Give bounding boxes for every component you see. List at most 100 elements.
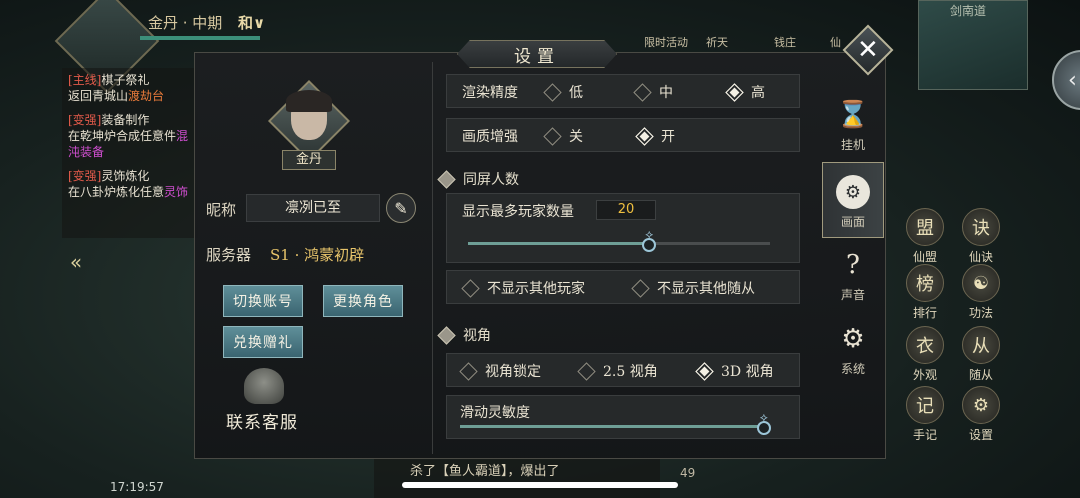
follower-icon: 从 <box>962 326 1000 364</box>
skills-button[interactable]: ☯ 功法 <box>954 264 1008 321</box>
expand-menu-button[interactable]: ‹ <box>1052 50 1080 110</box>
switch-account-button[interactable]: 切换账号 <box>223 285 303 317</box>
column-divider <box>432 62 433 454</box>
radio-diamond-icon <box>461 278 480 298</box>
enhance-option-on[interactable]: 开 <box>635 126 675 146</box>
radio-diamond-selected-icon <box>635 126 654 146</box>
profile-name: 金丹 <box>282 150 336 170</box>
follower-button[interactable]: 从随从 <box>954 326 1008 383</box>
hide-followers-toggle[interactable]: 不显示其他随从 <box>631 278 755 298</box>
appearance-button[interactable]: 衣外观 <box>898 326 952 383</box>
max-players-slider-fill <box>468 242 650 245</box>
ear-icon: ? <box>846 250 860 280</box>
enhance-label: 画质增强 <box>462 129 518 145</box>
radio-diamond-icon <box>631 278 650 298</box>
edit-nickname-button[interactable]: ✎ <box>386 193 416 223</box>
player-hp-bar <box>140 36 260 40</box>
ranking-icon: 榜 <box>906 264 944 302</box>
render-option-low[interactable]: 低 <box>543 82 583 102</box>
nickname-field[interactable]: 凛冽已至 <box>246 194 380 222</box>
tab-label: 声音 <box>840 288 865 302</box>
max-players-slider-handle[interactable]: ⟡ <box>637 227 661 252</box>
sensitivity-label: 滑动灵敏度 <box>460 405 530 421</box>
formula-button[interactable]: 诀仙诀 <box>954 208 1008 265</box>
radio-diamond-icon <box>543 126 562 146</box>
profile-avatar-hair <box>286 90 332 112</box>
chat-message[interactable]: 杀了【鱼人霸道】，爆出了 <box>374 458 660 498</box>
dialog-title: 设置 <box>514 46 560 67</box>
sensitivity-slider-fill <box>460 425 764 428</box>
yin-yang-icon: ☯ <box>962 264 1000 302</box>
close-icon: ✕ <box>857 34 879 65</box>
robe-icon: 衣 <box>906 326 944 364</box>
immortal-label[interactable]: 仙 <box>830 34 841 50</box>
player-realm-badge[interactable]: 和∨ <box>238 12 265 33</box>
radio-diamond-selected-icon <box>695 361 714 381</box>
tab-idle[interactable]: ⌛ 挂机 <box>822 96 884 160</box>
customer-service-icon[interactable] <box>244 368 284 404</box>
render-quality-label: 渲染精度 <box>462 85 518 101</box>
radio-diamond-icon <box>459 361 478 381</box>
collapse-left-icon[interactable]: « <box>62 250 90 274</box>
tab-label: 画面 <box>840 215 865 229</box>
view-option-3d[interactable]: 3D 视角 <box>695 361 774 381</box>
change-role-button[interactable]: 更换角色 <box>323 285 403 317</box>
view-option-2-5d[interactable]: 2.5 视角 <box>577 361 658 381</box>
tab-system[interactable]: ⚙ 系统 <box>822 322 884 386</box>
hide-players-toggle[interactable]: 不显示其他玩家 <box>461 278 585 298</box>
hourglass-icon: ⌛ <box>836 100 870 130</box>
player-level: 金丹 · 中期 <box>148 14 223 32</box>
tab-display[interactable]: ⚙ 画面 <box>822 162 884 238</box>
quest-item[interactable]: [变强]装备制作 <box>68 112 192 128</box>
pencil-icon: ✎ <box>394 198 408 218</box>
tab-sound[interactable]: ? 声音 <box>822 248 884 312</box>
radio-diamond-icon <box>543 82 562 102</box>
minimap-title: 剑南道 <box>950 4 987 18</box>
contact-support-button[interactable]: 联系客服 <box>226 408 298 433</box>
chevron-left-icon: ‹ <box>1068 67 1077 93</box>
book-icon: 记 <box>906 386 944 424</box>
bank-label[interactable]: 钱庄 <box>774 34 796 50</box>
event-label[interactable]: 限时活动 <box>644 34 688 50</box>
alliance-icon: 盟 <box>906 208 944 246</box>
home-indicator[interactable] <box>402 482 678 488</box>
server-label: 服务器 <box>206 246 252 264</box>
gear-icon: ⚙ <box>841 324 865 354</box>
pray-label[interactable]: 祈天 <box>706 34 728 50</box>
quest-tracker[interactable]: [主线]棋子祭礼 返回青城山渡劫台 [变强]装备制作 在乾坤炉合成任意件混沌装备… <box>62 68 198 238</box>
redeem-gift-button[interactable]: 兑换赠礼 <box>223 326 303 358</box>
section-diamond-icon <box>437 169 456 189</box>
wings-icon: ⟡ <box>759 410 768 424</box>
view-section-title: 视角 <box>437 325 491 345</box>
sensitivity-slider-track[interactable] <box>460 425 770 428</box>
max-players-slider-track[interactable] <box>468 242 770 245</box>
sensitivity-slider-handle[interactable]: ⟡ <box>752 410 776 435</box>
gear-icon: ⚙ <box>962 386 1000 424</box>
server-value: S1 · 鸿蒙初辟 <box>270 246 365 264</box>
view-option-locked[interactable]: 视角锁定 <box>459 361 541 381</box>
quest-item[interactable]: [变强]灵饰炼化 <box>68 168 192 184</box>
ranking-button[interactable]: 榜排行 <box>898 264 952 321</box>
tab-label: 挂机 <box>840 138 865 152</box>
max-players-label: 显示最多玩家数量 <box>462 204 574 220</box>
radio-diamond-icon <box>633 82 652 102</box>
radio-diamond-icon <box>577 361 596 381</box>
quest-desc: 在八卦炉炼化任意灵饰 <box>68 185 189 199</box>
tab-label: 系统 <box>840 362 865 376</box>
section-diamond-icon <box>437 325 456 345</box>
wings-icon: ⟡ <box>645 227 654 241</box>
settings-shortcut-button[interactable]: ⚙ 设置 <box>954 386 1008 443</box>
quest-desc: 返回青城山渡劫台 <box>68 89 165 103</box>
system-clock: 17:19:57 <box>110 480 164 494</box>
enhance-option-off[interactable]: 关 <box>543 126 583 146</box>
max-players-value[interactable]: 20 <box>596 200 656 220</box>
render-option-high[interactable]: 高 <box>725 82 765 102</box>
dialog-title-plate: 设置 <box>457 40 617 68</box>
alliance-button[interactable]: 盟仙盟 <box>898 208 952 265</box>
nickname-label: 昵称 <box>206 201 237 219</box>
render-option-mid[interactable]: 中 <box>633 82 673 102</box>
journal-button[interactable]: 记手记 <box>898 386 952 443</box>
quest-item[interactable]: [主线]棋子祭礼 <box>68 72 192 88</box>
display-icon: ⚙ <box>836 175 870 209</box>
same-screen-section-title: 同屏人数 <box>437 169 519 189</box>
